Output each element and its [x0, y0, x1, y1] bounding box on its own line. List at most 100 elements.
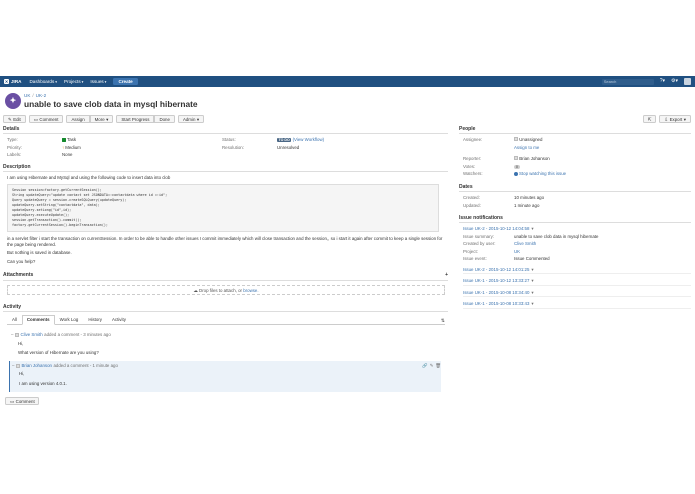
export-button[interactable]: ⇩ Export ▾: [659, 115, 691, 123]
notification-row[interactable]: Issue UK-1 - 2015-10-08 10:33:43 ▾: [463, 301, 691, 309]
comment-actions: 🔗 ✎ 🗑: [422, 363, 441, 369]
dates-heading[interactable]: Dates: [459, 184, 691, 192]
votes-value[interactable]: 0: [514, 164, 691, 170]
link-icon[interactable]: 🔗: [422, 363, 427, 369]
collapse-icon[interactable]: –: [12, 363, 14, 369]
priority-medium-icon: ↑: [62, 144, 65, 150]
issue-event-value: Issue Commented: [514, 256, 550, 262]
nav-projects[interactable]: Projects▾: [64, 79, 83, 85]
chevron-down-icon: ▾: [81, 79, 84, 84]
chevron-down-icon: ▾: [531, 289, 534, 295]
drop-zone-text: Drop files to attach, or: [199, 287, 242, 293]
assignee-value[interactable]: Unassigned: [514, 137, 691, 143]
edit-button[interactable]: ✎ Edit: [3, 115, 26, 123]
comment-button[interactable]: ▭ Comment: [28, 115, 64, 123]
notification-row[interactable]: Issue UK-1 - 2015-10-08 10:34:40 ▾: [463, 290, 691, 298]
description-heading[interactable]: Description: [3, 164, 448, 172]
chevron-down-icon: ▾: [55, 79, 58, 84]
notification-details: Issue summary: unable to save clob data …: [463, 234, 691, 262]
admin-button[interactable]: Admin ▾: [177, 115, 205, 123]
search-input[interactable]: Search: [601, 78, 654, 85]
browse-link[interactable]: browse.: [243, 288, 258, 293]
export-icon: ⇩: [664, 116, 669, 122]
add-comment-button[interactable]: ▭ Comment: [5, 397, 39, 406]
sort-icon[interactable]: ⇅: [441, 318, 445, 324]
breadcrumb-issue-key[interactable]: UK-2: [36, 93, 46, 98]
activity-heading[interactable]: Activity: [3, 304, 448, 312]
reporter-value[interactable]: Brian Johanson: [514, 156, 691, 162]
votes-label: Votes:: [463, 163, 476, 169]
speech-bubble-icon: ▭: [10, 398, 15, 404]
notification-row-expanded[interactable]: Issue UK-2 - 2015-10-12 14:04:58 ▾: [463, 226, 691, 233]
notification-title: Issue UK-1 - 2015-10-08 10:33:43: [463, 301, 530, 307]
resolution-label: Resolution:: [222, 144, 244, 150]
share-button[interactable]: ⇱: [642, 115, 657, 123]
details-spacer: [277, 152, 397, 158]
notification-title: Issue UK-1 - 2015-10-08 10:34:40: [463, 289, 530, 295]
speech-bubble-icon: ▭: [33, 116, 38, 122]
type-value[interactable]: Task: [62, 137, 222, 143]
tab-all[interactable]: All: [7, 315, 22, 325]
watchers-label: Watchers:: [463, 171, 483, 177]
details-heading-label: Details: [3, 126, 20, 132]
code-line: factory.getCurrentSession().beginTransac…: [12, 223, 108, 228]
comment-author[interactable]: Brian Johanson: [21, 363, 52, 369]
project-value[interactable]: UK: [514, 249, 691, 255]
done-button[interactable]: Done: [154, 115, 175, 123]
pencil-icon[interactable]: ✎: [430, 363, 434, 369]
assignee-label: Assignee:: [463, 137, 483, 143]
attachment-drop-zone[interactable]: ☁ Drop files to attach, or browse.: [7, 284, 445, 295]
collapse-icon[interactable]: –: [11, 332, 13, 338]
issue-summary-value: unable to save clob data in mysql hibern…: [514, 233, 599, 239]
trash-icon[interactable]: 🗑: [435, 363, 441, 369]
plus-icon[interactable]: +: [445, 272, 448, 278]
dates-grid: Created: 10 minutes ago Updated: 1 minut…: [463, 195, 691, 208]
create-button[interactable]: Create: [113, 77, 138, 86]
notification-row[interactable]: Issue UK-1 - 2015-10-12 13:33:27 ▾: [463, 278, 691, 286]
labels-value[interactable]: None: [62, 152, 222, 158]
tab-activity[interactable]: Activity: [107, 315, 131, 325]
notifications-heading[interactable]: Issue notifications: [459, 215, 691, 224]
page: ✕ JIRA Dashboards▾ Projects▾ Issues▾ Cre…: [0, 0, 695, 494]
jira-logo[interactable]: ✕ JIRA: [4, 79, 21, 85]
export-label: Export: [669, 116, 683, 122]
nav-dashboards[interactable]: Dashboards▾: [29, 79, 57, 85]
status-badge: TO DO: [277, 138, 292, 143]
nav-issues[interactable]: Issues▾: [90, 79, 106, 85]
labels-label: Labels:: [7, 152, 22, 158]
comment-line: I am using version 4.0.1.: [19, 380, 67, 386]
assignee-value-text: Unassigned: [519, 137, 543, 143]
reporter-label: Reporter:: [463, 156, 482, 162]
user-avatar-menu[interactable]: [684, 78, 691, 85]
nav-issues-label: Issues: [90, 78, 104, 84]
notification-row[interactable]: Issue UK-2 - 2015-10-12 14:01:25 ▾: [463, 267, 691, 275]
tab-comments[interactable]: Comments: [21, 315, 55, 325]
stop-watching-link[interactable]: Stop watching this issue: [519, 171, 566, 176]
comment-line: What version of Hibernate are you using?: [18, 350, 99, 356]
code-block: Session session=factory.getCurrentSessio…: [7, 183, 439, 233]
chevron-down-icon: ▾: [106, 116, 109, 122]
details-heading[interactable]: Details: [3, 126, 448, 135]
notification-title: Issue UK-2 - 2015-10-12 14:01:25: [463, 266, 530, 272]
issue-title[interactable]: unable to save clob data in mysql hibern…: [24, 99, 198, 110]
help-icon[interactable]: ?▾: [660, 78, 665, 84]
toolbar-right: ⇱ ⇩ Export ▾: [642, 115, 691, 123]
comment-author[interactable]: Clive Smith: [20, 332, 42, 338]
assign-button[interactable]: Assign: [66, 115, 90, 123]
attachments-heading[interactable]: Attachments +: [3, 272, 448, 281]
project-avatar[interactable]: ✦: [5, 93, 21, 109]
tab-work-log[interactable]: Work Log: [55, 315, 84, 325]
more-button[interactable]: More ▾: [89, 115, 114, 123]
tab-history[interactable]: History: [83, 315, 107, 325]
watchers-value[interactable]: Stop watching this issue: [514, 171, 691, 177]
people-heading[interactable]: People: [459, 126, 691, 135]
view-workflow-link[interactable]: (View Workflow): [293, 137, 325, 142]
gear-icon[interactable]: ⚙▾: [671, 78, 678, 84]
created-by-value[interactable]: Clive Smith: [514, 241, 691, 247]
start-progress-button[interactable]: Start Progress: [116, 115, 155, 123]
notifications-list: Issue UK-2 - 2015-10-12 14:04:58 ▾ Issue …: [463, 226, 691, 309]
assign-to-me-link[interactable]: Assign to me: [514, 145, 691, 151]
notification-title: Issue UK-1 - 2015-10-12 13:33:27: [463, 278, 530, 284]
priority-value[interactable]: ↑Medium: [62, 145, 222, 151]
breadcrumb-project[interactable]: UK: [24, 93, 30, 98]
